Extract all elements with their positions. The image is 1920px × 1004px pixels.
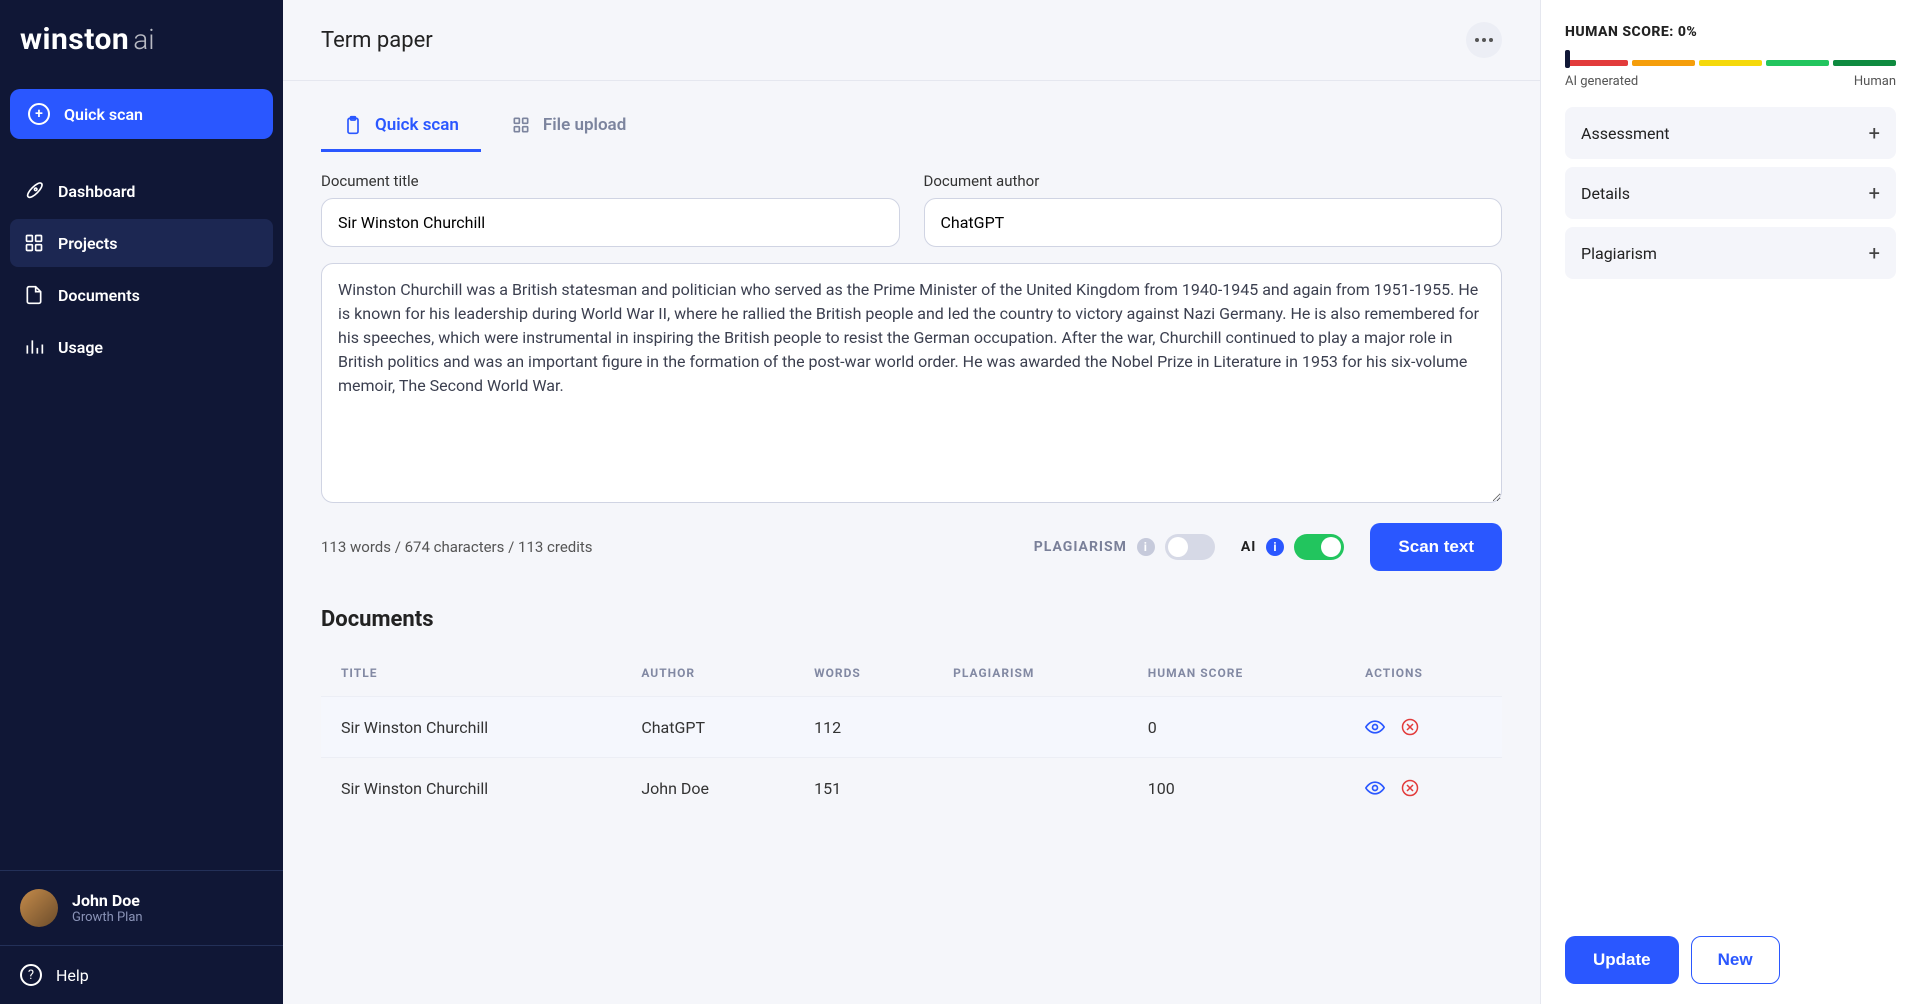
file-icon xyxy=(24,285,44,305)
gauge-right-label: Human xyxy=(1854,74,1896,89)
accordion-label: Details xyxy=(1581,184,1630,203)
sidebar-item-label: Projects xyxy=(58,234,118,253)
title-label: Document title xyxy=(321,172,900,190)
help-link[interactable]: ? Help xyxy=(0,945,283,1004)
sidebar-item-label: Dashboard xyxy=(58,182,135,201)
accordion-label: Assessment xyxy=(1581,124,1670,143)
cell-words: 151 xyxy=(794,758,933,819)
col-title: TITLE xyxy=(321,650,621,697)
sidebar-item-usage[interactable]: Usage xyxy=(10,323,273,371)
main: Term paper Quick scan File upload Docume… xyxy=(283,0,1540,1004)
new-button[interactable]: New xyxy=(1691,936,1780,984)
author-input[interactable] xyxy=(924,198,1503,247)
human-score-label: HUMAN SCORE: 0% xyxy=(1565,24,1896,40)
accordion-details[interactable]: Details + xyxy=(1565,167,1896,219)
documents-table: TITLE AUTHOR WORDS PLAGIARISM HUMAN SCOR… xyxy=(321,650,1502,818)
documents-heading: Documents xyxy=(321,607,1502,632)
tab-file-upload[interactable]: File upload xyxy=(489,101,648,152)
ai-label: AI xyxy=(1241,539,1257,555)
cell-human: 100 xyxy=(1128,758,1345,819)
sidebar-item-dashboard[interactable]: Dashboard xyxy=(10,167,273,215)
user-block[interactable]: John Doe Growth Plan xyxy=(0,870,283,945)
author-label: Document author xyxy=(924,172,1503,190)
sidebar: winston ai + Quick scan Dashboard Projec… xyxy=(0,0,283,1004)
tabs: Quick scan File upload xyxy=(283,81,1540,152)
info-icon[interactable]: i xyxy=(1137,538,1155,556)
form-area: Document title Document author xyxy=(283,152,1540,507)
avatar xyxy=(20,889,58,927)
eye-icon[interactable] xyxy=(1365,717,1385,737)
page-title: Term paper xyxy=(321,28,433,53)
cell-title: Sir Winston Churchill xyxy=(321,758,621,819)
user-name: John Doe xyxy=(72,891,143,910)
plus-circle-icon: + xyxy=(28,103,50,125)
plagiarism-toggle-group: PLAGIARISM i xyxy=(1034,534,1215,560)
accordion-label: Plagiarism xyxy=(1581,244,1657,263)
col-words: WORDS xyxy=(794,650,933,697)
quick-scan-button[interactable]: + Quick scan xyxy=(10,89,273,139)
logo: winston ai xyxy=(0,0,283,81)
user-plan: Growth Plan xyxy=(72,910,143,925)
accordion-assessment[interactable]: Assessment + xyxy=(1565,107,1896,159)
table-row[interactable]: Sir Winston Churchill ChatGPT 112 0 xyxy=(321,697,1502,758)
delete-icon[interactable] xyxy=(1401,779,1419,797)
body-textarea[interactable] xyxy=(321,263,1502,503)
more-button[interactable] xyxy=(1466,22,1502,58)
gauge-left-label: AI generated xyxy=(1565,74,1638,89)
sidebar-item-documents[interactable]: Documents xyxy=(10,271,273,319)
accordion-plagiarism[interactable]: Plagiarism + xyxy=(1565,227,1896,279)
col-plagiarism: PLAGIARISM xyxy=(933,650,1128,697)
score-gauge xyxy=(1565,50,1896,70)
plus-icon: + xyxy=(1869,181,1880,205)
clipboard-icon xyxy=(343,115,363,135)
update-button[interactable]: Update xyxy=(1565,936,1679,984)
logo-word: winston xyxy=(20,22,129,57)
gauge-needle-icon xyxy=(1565,50,1570,68)
help-icon: ? xyxy=(20,964,42,986)
header: Term paper xyxy=(283,0,1540,81)
col-author: AUTHOR xyxy=(621,650,794,697)
sidebar-item-label: Documents xyxy=(58,286,140,305)
ai-switch[interactable] xyxy=(1294,534,1344,560)
rocket-icon xyxy=(24,181,44,201)
eye-icon[interactable] xyxy=(1365,778,1385,798)
quick-scan-label: Quick scan xyxy=(64,105,143,124)
cell-plagiarism xyxy=(933,758,1128,819)
table-row[interactable]: Sir Winston Churchill John Doe 151 100 xyxy=(321,758,1502,819)
cell-words: 112 xyxy=(794,697,933,758)
documents-section: Documents TITLE AUTHOR WORDS PLAGIARISM … xyxy=(283,599,1540,818)
delete-icon[interactable] xyxy=(1401,718,1419,736)
plus-icon: + xyxy=(1869,241,1880,265)
sidebar-item-projects[interactable]: Projects xyxy=(10,219,273,267)
title-input[interactable] xyxy=(321,198,900,247)
tab-quick-scan[interactable]: Quick scan xyxy=(321,101,481,152)
toggle-group: PLAGIARISM i AI i Scan text xyxy=(1034,523,1502,571)
col-actions: ACTIONS xyxy=(1345,650,1502,697)
cell-plagiarism xyxy=(933,697,1128,758)
cell-author: John Doe xyxy=(621,758,794,819)
sidebar-nav: Dashboard Projects Documents Usage xyxy=(0,167,283,371)
cell-title: Sir Winston Churchill xyxy=(321,697,621,758)
tab-label: File upload xyxy=(543,115,626,135)
scan-button[interactable]: Scan text xyxy=(1370,523,1502,571)
right-panel: HUMAN SCORE: 0% AI generated Human Asses… xyxy=(1540,0,1920,1004)
bars-icon xyxy=(24,337,44,357)
cell-human: 0 xyxy=(1128,697,1345,758)
grid-icon xyxy=(24,233,44,253)
ai-toggle-group: AI i xyxy=(1241,534,1345,560)
col-human: HUMAN SCORE xyxy=(1128,650,1345,697)
sidebar-item-label: Usage xyxy=(58,338,103,357)
counts-text: 113 words / 674 characters / 113 credits xyxy=(321,538,593,556)
plagiarism-label: PLAGIARISM xyxy=(1034,539,1127,555)
logo-suffix: ai xyxy=(133,23,154,56)
grid-small-icon xyxy=(511,115,531,135)
help-label: Help xyxy=(56,966,89,985)
tab-label: Quick scan xyxy=(375,115,459,135)
info-icon[interactable]: i xyxy=(1266,538,1284,556)
plagiarism-switch[interactable] xyxy=(1165,534,1215,560)
dots-icon xyxy=(1475,38,1493,42)
controls-row: 113 words / 674 characters / 113 credits… xyxy=(283,507,1540,599)
cell-author: ChatGPT xyxy=(621,697,794,758)
plus-icon: + xyxy=(1869,121,1880,145)
